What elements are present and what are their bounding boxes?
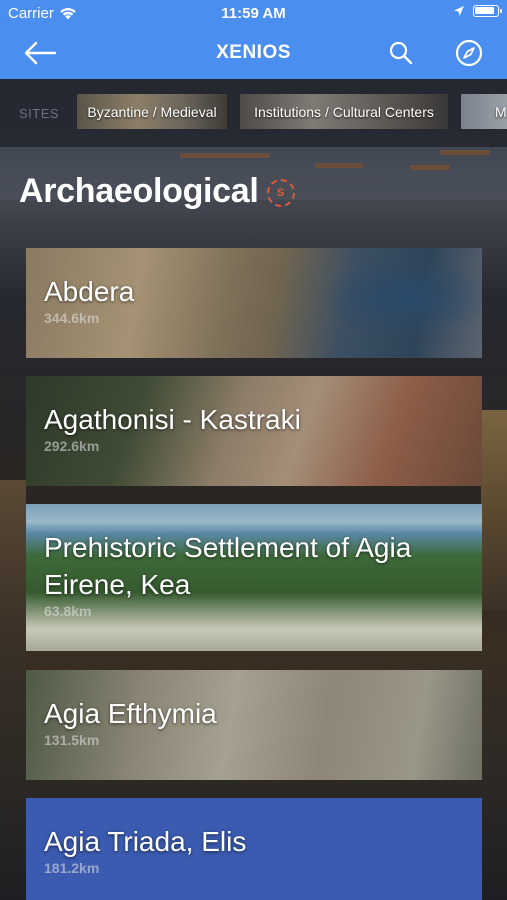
site-name: Agia Triada, Elis	[44, 826, 247, 857]
site-card-agia-triada-elis[interactable]: Agia Triada, Elis 181.2km	[26, 798, 482, 900]
site-card-agia-eirene-kea[interactable]: Prehistoric Settlement of Agia Eirene, K…	[26, 504, 482, 651]
location-arrow-icon	[454, 6, 464, 16]
category-chip-label: Institutions / Cultural Centers	[254, 104, 434, 120]
site-distance: 131.5km	[44, 732, 100, 748]
background-ruin-left	[0, 480, 26, 780]
clock: 11:59 AM	[221, 5, 286, 22]
site-card-abdera[interactable]: Abdera 344.6km	[26, 248, 482, 358]
nav-bar: XENIOS	[0, 27, 507, 79]
app-title: XENIOS	[216, 42, 291, 63]
background-ship	[440, 150, 490, 155]
search-icon[interactable]	[388, 40, 414, 66]
battery-icon	[473, 5, 502, 17]
site-distance: 63.8km	[44, 603, 92, 619]
section-heading: Archaeological S	[19, 172, 295, 211]
category-chip-label: Byzantine / Medieval	[87, 104, 217, 120]
background-ruin-right	[481, 410, 507, 610]
section-title: Archaeological	[19, 172, 259, 210]
category-chip-label: M	[495, 104, 507, 120]
site-name: Agathonisi - Kastraki	[44, 404, 301, 435]
category-strip[interactable]: SITES Byzantine / Medieval Institutions …	[0, 79, 507, 147]
background-ship	[180, 153, 270, 158]
status-right	[453, 5, 502, 17]
compass-icon[interactable]	[455, 39, 483, 67]
category-chip-institutions[interactable]: Institutions / Cultural Centers	[240, 94, 448, 129]
site-distance: 181.2km	[44, 860, 100, 876]
section-badge[interactable]: S	[266, 178, 295, 207]
site-name: Agia Efthymia	[44, 698, 217, 729]
site-distance: 292.6km	[44, 438, 100, 454]
site-name-line1: Prehistoric Settlement of Agia	[44, 532, 412, 563]
status-bar: Carrier 11:59 AM	[0, 0, 507, 27]
sites-label: SITES	[19, 106, 60, 121]
site-card-agia-efthymia[interactable]: Agia Efthymia 131.5km	[26, 670, 482, 780]
site-distance: 344.6km	[44, 310, 100, 326]
category-chip-byzantine-medieval[interactable]: Byzantine / Medieval	[77, 94, 227, 129]
category-chip-partial[interactable]: M	[461, 94, 507, 129]
background-ship	[410, 165, 450, 170]
site-name-line2: Eirene, Kea	[44, 569, 191, 600]
site-card-agathonisi-kastraki[interactable]: Agathonisi - Kastraki 292.6km	[26, 376, 482, 486]
site-name: Abdera	[44, 276, 135, 307]
background-ship	[315, 163, 363, 168]
